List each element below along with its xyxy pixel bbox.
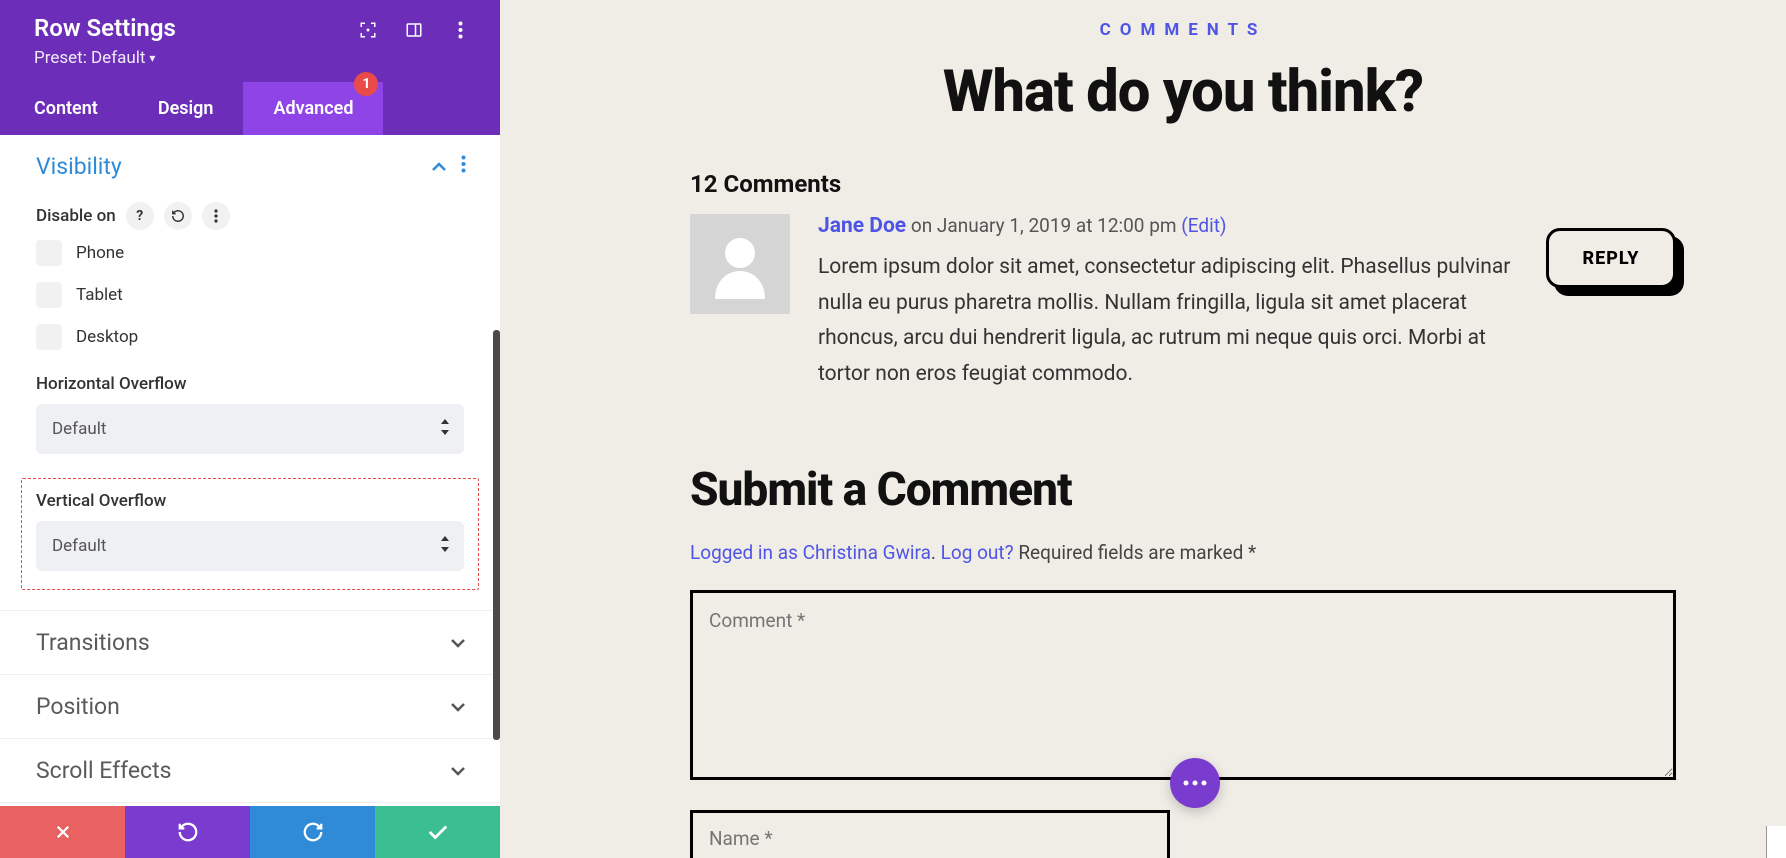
vertical-overflow-highlight: Vertical Overflow Default <box>21 478 479 590</box>
redo-button[interactable] <box>250 806 375 858</box>
logout-link[interactable]: Log out? <box>941 541 1014 564</box>
preset-dropdown[interactable]: Preset: Default ▾ <box>34 48 176 68</box>
chevron-down-icon <box>450 697 466 716</box>
settings-tabs: Content Design Advanced 1 <box>0 82 500 135</box>
section-position-title: Position <box>36 693 120 720</box>
section-scroll-effects-header[interactable]: Scroll Effects <box>0 739 500 802</box>
caret-down-icon: ▾ <box>149 51 155 65</box>
field-options-icon[interactable] <box>202 202 230 230</box>
chevron-up-icon <box>431 157 447 176</box>
footer-bar <box>0 806 500 858</box>
section-transitions-title: Transitions <box>36 629 150 656</box>
settings-sidebar: Row Settings Preset: Default ▾ Content D… <box>0 0 500 858</box>
section-transitions-header[interactable]: Transitions <box>0 611 500 674</box>
select-caret-icon <box>440 419 450 439</box>
horizontal-overflow-label: Horizontal Overflow <box>36 374 464 394</box>
expand-icon[interactable] <box>358 20 378 40</box>
vertical-overflow-select[interactable]: Default <box>36 521 464 571</box>
checkbox-desktop[interactable] <box>36 324 62 350</box>
reply-button-label: REPLY <box>1546 228 1676 288</box>
panel-body: Visibility Disable on ? <box>0 135 500 806</box>
name-input[interactable] <box>690 810 1170 858</box>
comment-author[interactable]: Jane Doe <box>818 214 906 238</box>
page-preview: COMMENTS What do you think? 12 Comments … <box>500 0 1786 858</box>
disable-tablet-row[interactable]: Tablet <box>36 282 464 308</box>
checkbox-phone[interactable] <box>36 240 62 266</box>
cancel-button[interactable] <box>0 806 125 858</box>
panel-title: Row Settings <box>34 14 176 42</box>
reply-button[interactable]: REPLY <box>1546 228 1676 288</box>
preset-label: Preset: Default <box>34 48 145 68</box>
section-eyebrow: COMMENTS <box>690 20 1676 40</box>
resize-handle[interactable] <box>1766 826 1786 858</box>
disable-phone-row[interactable]: Phone <box>36 240 464 266</box>
checkbox-tablet[interactable] <box>36 282 62 308</box>
logged-in-link[interactable]: Logged in as Christina Gwira <box>690 541 931 564</box>
tab-advanced[interactable]: Advanced 1 <box>243 82 383 135</box>
section-scroll-effects: Scroll Effects <box>0 739 500 803</box>
checkbox-desktop-label: Desktop <box>76 327 138 347</box>
page-heading: What do you think? <box>690 58 1676 126</box>
tab-content[interactable]: Content <box>0 82 128 135</box>
horizontal-overflow-value: Default <box>52 419 106 439</box>
section-visibility-header[interactable]: Visibility <box>0 135 500 198</box>
section-options-icon[interactable] <box>461 155 466 178</box>
comments-count: 12 Comments <box>690 170 1676 198</box>
vertical-overflow-value: Default <box>52 536 106 556</box>
horizontal-overflow-select[interactable]: Default <box>36 404 464 454</box>
comment-edit-link[interactable]: (Edit) <box>1181 214 1226 237</box>
help-icon[interactable]: ? <box>126 202 154 230</box>
comment-meta: Jane Doe on January 1, 2019 at 12:00 pm … <box>818 214 1518 238</box>
comment-timestamp: on January 1, 2019 at 12:00 pm <box>911 214 1177 237</box>
disable-desktop-row[interactable]: Desktop <box>36 324 464 350</box>
more-icon[interactable] <box>450 20 470 40</box>
panel-icon[interactable] <box>404 20 424 40</box>
required-note: Required fields are marked * <box>1018 541 1256 564</box>
tab-advanced-label: Advanced <box>273 98 353 119</box>
submit-heading: Submit a Comment <box>690 463 1676 517</box>
tab-design[interactable]: Design <box>128 82 244 135</box>
login-status: Logged in as Christina Gwira. Log out? R… <box>690 541 1676 564</box>
chevron-down-icon <box>450 633 466 652</box>
comment-text: Lorem ipsum dolor sit amet, consectetur … <box>818 250 1518 393</box>
avatar <box>690 214 790 314</box>
checkbox-phone-label: Phone <box>76 243 124 263</box>
select-caret-icon <box>440 536 450 556</box>
vertical-overflow-label: Vertical Overflow <box>36 491 464 511</box>
section-visibility-title: Visibility <box>36 153 122 180</box>
chevron-down-icon <box>450 761 466 780</box>
undo-button[interactable] <box>125 806 250 858</box>
sidebar-header: Row Settings Preset: Default ▾ <box>0 0 500 82</box>
section-position: Position <box>0 675 500 739</box>
tab-badge: 1 <box>354 72 378 96</box>
disable-on-label: Disable on <box>36 206 116 226</box>
reset-icon[interactable] <box>164 202 192 230</box>
section-position-header[interactable]: Position <box>0 675 500 738</box>
checkbox-tablet-label: Tablet <box>76 285 123 305</box>
section-visibility: Visibility Disable on ? <box>0 135 500 611</box>
floating-action-button[interactable] <box>1170 758 1220 808</box>
section-transitions: Transitions <box>0 611 500 675</box>
comment-item: Jane Doe on January 1, 2019 at 12:00 pm … <box>690 214 1676 393</box>
comment-textarea[interactable] <box>690 590 1676 780</box>
save-button[interactable] <box>375 806 500 858</box>
scrollbar[interactable] <box>493 330 500 740</box>
section-scroll-effects-title: Scroll Effects <box>36 757 172 784</box>
